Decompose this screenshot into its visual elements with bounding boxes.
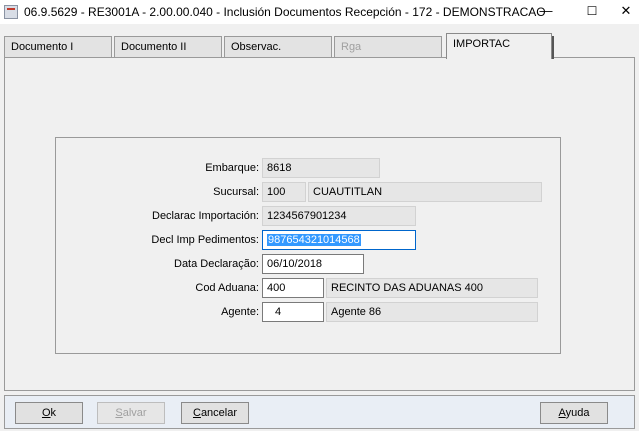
import-details-group: Embarque: 8618 Sucursal: 100 CUAUTITLAN … [55, 137, 561, 354]
salvar-button-label: alvar [122, 407, 147, 419]
declarac-importacion-label: Declarac Importación: [152, 210, 259, 222]
ok-button-mnemonic: O [41, 407, 51, 419]
tab-importac[interactable]: IMPORTAC [446, 33, 554, 59]
minimize-icon[interactable]: — [532, 2, 560, 22]
embarque-field: 8618 [262, 158, 380, 178]
maximize-icon[interactable]: ☐ [578, 2, 606, 22]
app-icon [4, 5, 18, 19]
cancelar-button[interactable]: Cancelar [181, 402, 249, 424]
cancelar-button-mnemonic: C [192, 407, 201, 419]
tab-strip: Documento I Documento II Observac. Rga I… [4, 33, 637, 59]
salvar-button: Salvar [97, 402, 165, 424]
declarac-importacion-field: 1234567901234 [262, 206, 416, 226]
agente-name-field: Agente 86 [326, 302, 538, 322]
window-title: 06.9.5629 - RE3001A - 2.00.00.040 - Incl… [24, 5, 546, 19]
data-declaracao-label: Data Declaração: [174, 258, 259, 270]
cod-aduana-label: Cod Aduana: [195, 282, 259, 294]
ayuda-button-mnemonic: A [558, 407, 566, 419]
decl-imp-pedimentos-label: Decl Imp Pedimentos: [151, 234, 259, 246]
client-area: Documento I Documento II Observac. Rga I… [0, 24, 639, 431]
sucursal-label: Sucursal: [213, 186, 259, 198]
cod-aduana-name-field: RECINTO DAS ADUANAS 400 [326, 278, 538, 298]
cancelar-button-label: ancelar [200, 407, 238, 419]
title-bar: 06.9.5629 - RE3001A - 2.00.00.040 - Incl… [0, 0, 639, 24]
ayuda-button-label: yuda [565, 407, 590, 419]
ok-button-label: k [50, 407, 57, 419]
salvar-button-mnemonic: S [115, 407, 123, 419]
tab-rga: Rga [334, 36, 442, 58]
sucursal-code-field: 100 [262, 182, 306, 202]
ayuda-button[interactable]: Ayuda [540, 402, 608, 424]
tab-documento-ii[interactable]: Documento II [114, 36, 222, 58]
ok-button[interactable]: Ok [15, 402, 83, 424]
decl-imp-pedimentos-selected-text: 987654321014568 [267, 234, 361, 246]
button-bar: Ok Salvar Cancelar Ayuda [4, 395, 635, 429]
embarque-label: Embarque: [205, 162, 259, 174]
agente-input[interactable]: 4 [262, 302, 324, 322]
tab-documento-i[interactable]: Documento I [4, 36, 112, 58]
tab-observac[interactable]: Observac. [224, 36, 332, 58]
close-icon[interactable]: ✕ [612, 2, 639, 22]
data-declaracao-input[interactable]: 06/10/2018 [262, 254, 364, 274]
decl-imp-pedimentos-input[interactable]: 987654321014568 [262, 230, 416, 250]
agente-label: Agente: [221, 306, 259, 318]
tab-panel-importac: Embarque: 8618 Sucursal: 100 CUAUTITLAN … [4, 57, 635, 391]
cod-aduana-input[interactable]: 400 [262, 278, 324, 298]
sucursal-name-field: CUAUTITLAN [308, 182, 542, 202]
